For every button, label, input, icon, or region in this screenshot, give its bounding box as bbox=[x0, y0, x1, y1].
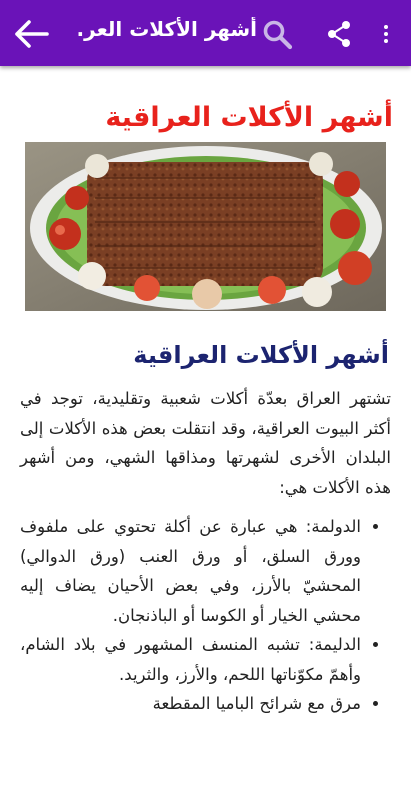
search-button[interactable] bbox=[262, 19, 294, 51]
list-item: الدولمة: هي عبارة عن أكلة تحتوي على ملفو… bbox=[20, 512, 361, 630]
more-vert-icon bbox=[384, 25, 388, 29]
arrow-left-icon bbox=[15, 20, 49, 48]
list-item: مرق مع شرائح الباميا المقطعة bbox=[20, 689, 361, 719]
app-bar-title: أشهر الأكلات العر... bbox=[77, 17, 257, 41]
article-content[interactable]: أشهر الأكلات العراقية أشهر الأكلات العرا… bbox=[0, 66, 411, 800]
list-item: الدليمة: تشبه المنسف المشهور في بلاد الش… bbox=[20, 630, 361, 689]
share-button[interactable] bbox=[324, 18, 354, 50]
kebab-dish-photo bbox=[25, 142, 386, 311]
section-title: أشهر الأكلات العراقية bbox=[133, 341, 389, 369]
article-body: تشتهر العراق بعدّة أكلات شعبية وتقليدية،… bbox=[20, 384, 391, 719]
intro-paragraph: تشتهر العراق بعدّة أكلات شعبية وتقليدية،… bbox=[20, 389, 391, 497]
app-bar: أشهر الأكلات العر... bbox=[0, 0, 411, 66]
share-icon bbox=[328, 21, 350, 47]
article-main-title: أشهر الأكلات العراقية bbox=[105, 102, 393, 133]
back-button[interactable] bbox=[10, 13, 52, 55]
more-options-button[interactable] bbox=[376, 18, 396, 50]
food-list: الدولمة: هي عبارة عن أكلة تحتوي على ملفو… bbox=[20, 512, 391, 719]
search-icon bbox=[263, 20, 293, 50]
